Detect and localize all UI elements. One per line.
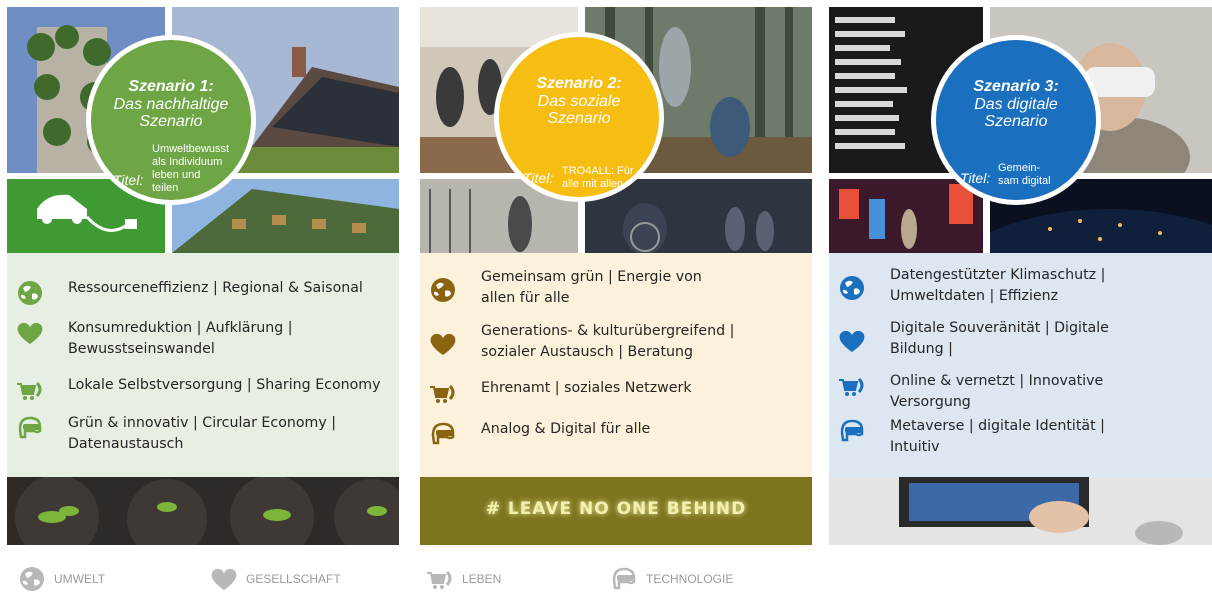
legend-technologie: TECHNOLOGIE: [608, 566, 733, 592]
scenario-3-title: Szenario 3:: [973, 78, 1059, 95]
heart-icon: [420, 321, 466, 355]
scenario-2-subtitle-1: Das soziale: [537, 93, 621, 110]
scenario-2-circle: Szenario 2: Das soziale Szenario Titel: …: [494, 32, 664, 202]
legend-label: TECHNOLOGIE: [646, 572, 734, 586]
scenario-2-panel: Szenario 2: Das soziale Szenario Titel: …: [420, 7, 812, 545]
vr-headset-icon: [612, 567, 636, 590]
scenario-1-subtitle-1: Das nachhaltige: [113, 96, 229, 113]
globe-icon: [420, 267, 466, 302]
seedlings-photo: [7, 477, 399, 545]
vr-headset-icon: [7, 413, 53, 441]
banner-text: # LEAVE NO ONE BEHIND: [485, 499, 747, 519]
scenario-3-subtitle-1: Das digitale: [974, 96, 1058, 113]
cart-icon: [427, 570, 452, 589]
feature-item: Gemeinsam grün | Energie von allen für al…: [420, 267, 812, 309]
heart-icon: [211, 568, 237, 590]
feature-item: Konsumreduktion | Aufklärung | Bewusstsei…: [7, 318, 399, 360]
legend-leben: LEBEN: [424, 566, 501, 592]
feature-item: Analog & Digital für alle: [420, 419, 812, 447]
scenario-1-features: Ressourceneffizienz | Regional & Saisona…: [7, 253, 399, 477]
scenario-3-circle: Szenario 3: Das digitale Szenario Titel:…: [931, 35, 1101, 205]
scenario-1-titel-label: Titel:: [113, 172, 144, 188]
heart-icon: [7, 318, 53, 346]
legend-label: LEBEN: [462, 572, 502, 586]
scenario-3-panel: Szenario 3: Das digitale Szenario Titel:…: [829, 7, 1212, 545]
scenario-1-subtitle-2: Szenario: [139, 113, 203, 130]
scenario-1-titel-value: Umweltbewusst als Individuum leben und t…: [152, 143, 230, 194]
feature-item: Online & vernetzt | Innovative Versorgung: [829, 371, 1212, 413]
scenario-2-titel-value: TRO4ALL: Für alle mit allen: [562, 165, 634, 190]
vr-headset-icon: [829, 416, 875, 444]
vr-headset-icon: [420, 419, 466, 447]
feature-item: Metaverse | digitale Identität | Intuitiv: [829, 416, 1212, 458]
legend-label: UMWELT: [54, 572, 106, 586]
scenario-1-title: Szenario 1:: [128, 78, 214, 95]
legend-label: GESELLSCHAFT: [246, 572, 341, 586]
scenario-1-panel: Szenario 1: Das nachhaltige Szenario Tit…: [7, 7, 399, 545]
scenario-1-circle: Szenario 1: Das nachhaltige Szenario Tit…: [86, 35, 256, 205]
cart-icon: [420, 378, 466, 406]
globe-icon: [829, 265, 875, 300]
feature-item: Grün & innovativ | Circular Economy | Dat…: [7, 413, 399, 455]
legend-gesellschaft: GESELLSCHAFT: [208, 566, 341, 592]
globe-icon: [7, 278, 53, 306]
heart-icon: [829, 318, 875, 352]
feature-item: Generations- & kulturübergreifend | sozia…: [420, 321, 812, 363]
globe-icon: [20, 567, 44, 591]
scenario-3-titel-value: Gemein- sam digital: [998, 162, 1051, 187]
cart-icon: [7, 375, 53, 403]
kiosk-touch-photo: [829, 477, 1212, 545]
scenario-3-titel-label: Titel:: [960, 170, 991, 186]
scenario-3-features: Datengestützter Klimaschutz | Umweltdaten…: [829, 253, 1212, 477]
feature-item: Ressourceneffizienz | Regional & Saisona…: [7, 278, 399, 306]
scenario-2-title: Szenario 2:: [536, 75, 622, 92]
city-night-photo: [829, 179, 983, 253]
scenario-2-features: Gemeinsam grün | Energie von allen für al…: [420, 253, 812, 477]
feature-item: Ehrenamt | soziales Netzwerk: [420, 378, 812, 406]
scenario-2-subtitle-2: Szenario: [547, 110, 611, 127]
cart-icon: [829, 371, 875, 399]
legend-umwelt: UMWELT: [16, 566, 105, 592]
feature-item: Digitale Souveränität | Digitale Bildung …: [829, 318, 1212, 360]
leave-no-one-behind-banner: # LEAVE NO ONE BEHIND: [420, 477, 812, 545]
feature-item: Datengestützter Klimaschutz | Umweltdaten…: [829, 265, 1212, 307]
scenario-2-titel-label: Titel:: [523, 170, 554, 186]
feature-item: Lokale Selbstversorgung | Sharing Econom…: [7, 375, 399, 403]
scenario-3-subtitle-2: Szenario: [984, 113, 1048, 130]
